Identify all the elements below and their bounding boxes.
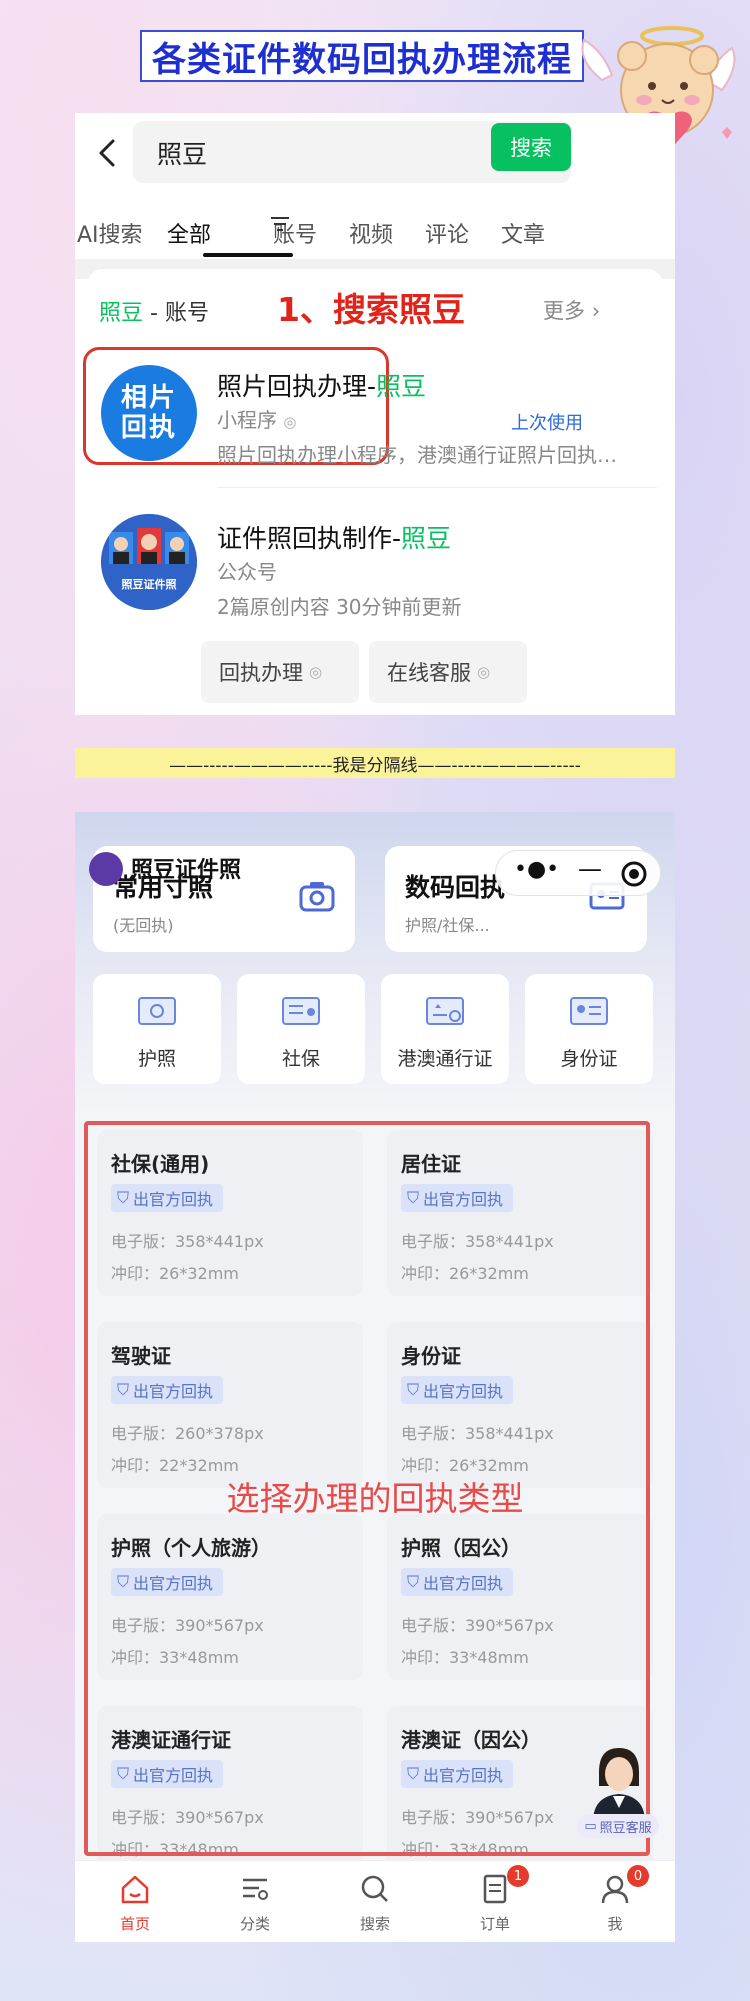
search-button[interactable]: 搜索: [491, 123, 571, 171]
quick-hk-macau-permit[interactable]: 港澳通行证: [381, 974, 509, 1084]
title-keyword: 照豆: [376, 372, 427, 401]
verified-icon: ◎: [283, 413, 297, 431]
filter-icon[interactable]: [267, 213, 293, 235]
result-title-official-account[interactable]: 证件照回执制作-照豆: [217, 519, 451, 555]
card-subtitle: 护照/社保...: [405, 916, 490, 935]
tab-comments[interactable]: 评论: [425, 217, 469, 249]
nav-category[interactable]: 分类: [195, 1861, 315, 1942]
miniprogram-capsule: •●• —: [495, 850, 661, 896]
id-card-icon: [570, 997, 608, 1025]
result-description: 2篇原创内容 30分钟前更新: [217, 595, 462, 619]
quick-id-card[interactable]: 身份证: [525, 974, 653, 1084]
result-type-label: 小程序: [217, 408, 277, 432]
category-icon: [243, 1878, 268, 1900]
result-type: 小程序 ◎: [217, 404, 296, 433]
camera-icon: [299, 882, 335, 912]
logo-line1: 相片: [120, 383, 177, 413]
nav-label: 首页: [119, 1915, 150, 1933]
section-keyword: 照豆: [99, 301, 144, 326]
minimize-icon[interactable]: —: [578, 855, 602, 883]
app-name: 照豆证件照: [131, 858, 242, 883]
chip-receipt-service[interactable]: 回执办理 ◎: [201, 641, 359, 703]
more-label: 更多: [543, 299, 585, 323]
quick-passport[interactable]: 护照: [93, 974, 221, 1084]
quick-label: 身份证: [560, 1048, 618, 1070]
active-tab-indicator: [203, 253, 293, 257]
nav-label: 我: [607, 1915, 623, 1933]
close-miniprogram-icon[interactable]: [620, 860, 648, 888]
official-account-avatar[interactable]: 照豆证件照: [101, 514, 197, 610]
chat-icon: ▭: [584, 1818, 597, 1834]
link-icon: ◎: [309, 663, 323, 681]
banner-title-text: 各类证件数码回执办理流程: [152, 39, 572, 80]
tab-all[interactable]: 全部: [167, 217, 211, 249]
card-subtitle: (无回执): [113, 916, 174, 935]
tab-ai-search[interactable]: AI搜索: [77, 217, 143, 249]
nav-me[interactable]: 0 我: [555, 1861, 675, 1942]
nav-label: 搜索: [359, 1915, 390, 1933]
quick-label: 社保: [281, 1048, 320, 1070]
customer-service-avatar[interactable]: [585, 1742, 653, 1822]
id-photos-icon: [101, 514, 197, 610]
quick-label: 护照: [137, 1048, 176, 1070]
search-input[interactable]: 照豆: [157, 135, 207, 171]
nav-label: 订单: [479, 1915, 510, 1933]
bottom-nav: 首页 分类 搜索 1 订单 0 我: [75, 1860, 675, 1942]
step1-annotation: 1、搜索照豆: [277, 290, 465, 329]
banner-title: 各类证件数码回执办理流程: [140, 30, 584, 82]
nav-label: 分类: [239, 1915, 270, 1933]
title-prefix: 照片回执办理-: [217, 372, 377, 401]
order-count-badge: 1: [507, 1865, 529, 1887]
section-suffix: - 账号: [143, 301, 209, 326]
more-dots-icon[interactable]: •●•: [514, 857, 559, 882]
section-heading: 照豆 - 账号: [99, 295, 209, 327]
service-label: 照豆客服: [599, 1820, 652, 1836]
more-link[interactable]: 更多 ›: [543, 295, 600, 325]
title-prefix: 证件照回执制作-: [217, 524, 402, 553]
result-description: 照片回执办理小程序，港澳通行证照片回执办理: [217, 443, 635, 467]
miniprogram-screenshot: 常用寸照 (无回执) 数码回执 护照/社保... 照豆证件照 •●• — 护照 …: [75, 812, 675, 1942]
wechat-search-screenshot: 照豆 搜索 AI搜索 全部 账号 视频 评论 文章 照豆 - 账号 1、搜索照豆…: [75, 113, 675, 715]
result-divider: [217, 487, 657, 488]
step2-annotation: 选择办理的回执类型: [226, 1479, 524, 1518]
chevron-right-icon: ›: [591, 299, 601, 323]
quick-social-security[interactable]: 社保: [237, 974, 365, 1084]
app-logo: [89, 852, 123, 886]
nav-home[interactable]: 首页: [75, 1861, 195, 1942]
card-title: 数码回执: [405, 873, 506, 902]
back-arrow-icon[interactable]: [95, 133, 121, 173]
passport-icon: [138, 997, 176, 1025]
last-used-badge: 上次使用: [511, 413, 583, 434]
home-icon: [121, 1875, 149, 1904]
link-icon: ◎: [477, 663, 491, 681]
quick-label: 港澳通行证: [397, 1048, 493, 1070]
message-count-badge: 0: [627, 1865, 649, 1887]
customer-service-button[interactable]: ▭ 照豆客服: [577, 1814, 659, 1838]
chip-online-service[interactable]: 在线客服 ◎: [369, 641, 527, 703]
miniprogram-logo[interactable]: 相片 回执: [101, 365, 197, 461]
tab-articles[interactable]: 文章: [501, 217, 545, 249]
search-icon: [361, 1875, 388, 1902]
avatar-caption: 照豆证件照: [121, 578, 177, 591]
account-results-card: 照豆 - 账号 1、搜索照豆 更多 › 相片 回执 照片回执办理-照豆 小程序 …: [83, 269, 663, 715]
chip-label: 回执办理: [219, 661, 303, 685]
nav-search[interactable]: 搜索: [315, 1861, 435, 1942]
result-type: 公众号: [217, 560, 277, 584]
tab-videos[interactable]: 视频: [349, 217, 393, 249]
result-title-miniprogram[interactable]: 照片回执办理-照豆: [217, 367, 426, 403]
chip-label: 在线客服: [387, 661, 471, 685]
separator-line: ——-----————-----我是分隔线——-----————-----: [75, 748, 675, 778]
social-security-icon: [282, 997, 320, 1025]
logo-line2: 回执: [120, 413, 177, 443]
title-keyword: 照豆: [401, 524, 452, 553]
search-tabs: AI搜索 全部 账号 视频 评论 文章: [75, 205, 675, 265]
hk-macau-permit-icon: [426, 997, 464, 1025]
nav-orders[interactable]: 1 订单: [435, 1861, 555, 1942]
